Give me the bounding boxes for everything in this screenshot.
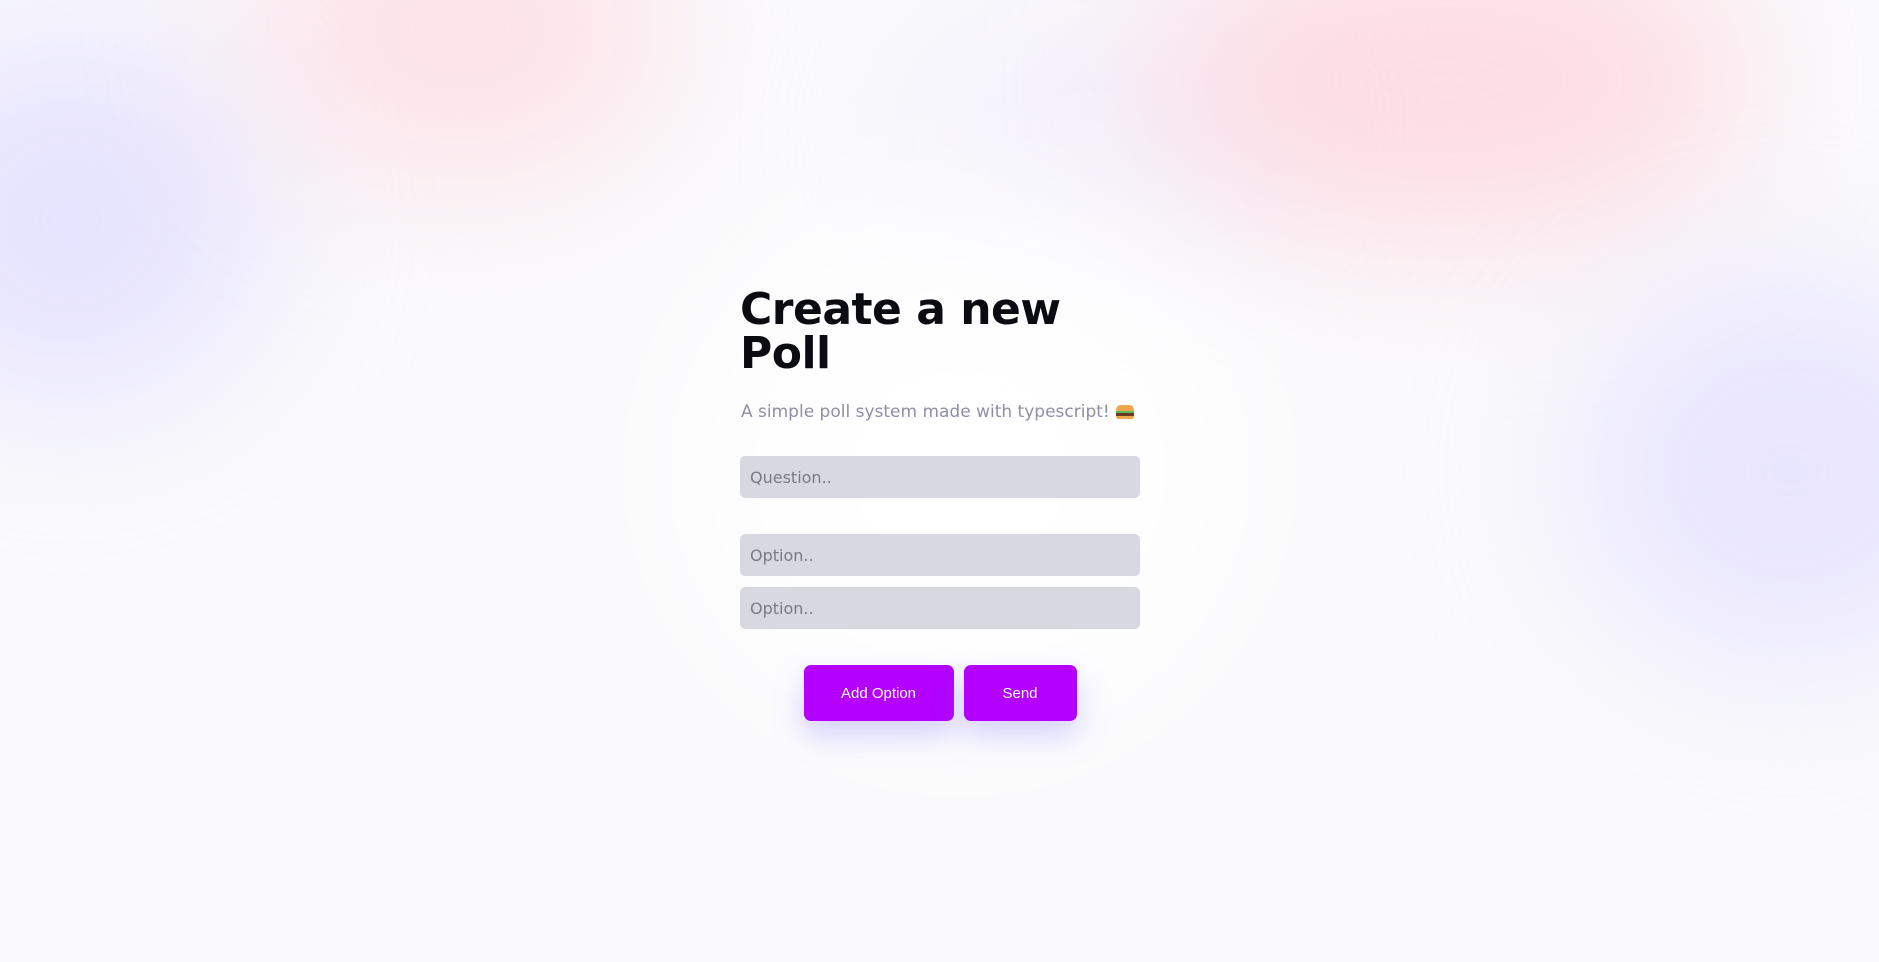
poll-form-card: Create a new Poll A simple poll system m… [720,240,1160,721]
hamburger-icon [1115,405,1134,419]
background-blob [1150,0,1750,240]
subtitle-text: A simple poll system made with typescrip… [741,402,1110,422]
page-subtitle: A simple poll system made with typescrip… [741,402,1160,422]
background-blob [1580,280,1879,660]
page-title: Create a new Poll [740,284,1061,379]
option-input-1[interactable] [740,534,1140,576]
question-input[interactable] [740,456,1140,498]
option-input-2[interactable] [740,587,1140,629]
send-button[interactable]: Send [963,665,1077,721]
form-actions: Add Option Send [740,665,1140,721]
add-option-button[interactable]: Add Option [803,665,954,721]
background-blob [250,0,670,180]
background-blob [0,40,260,400]
